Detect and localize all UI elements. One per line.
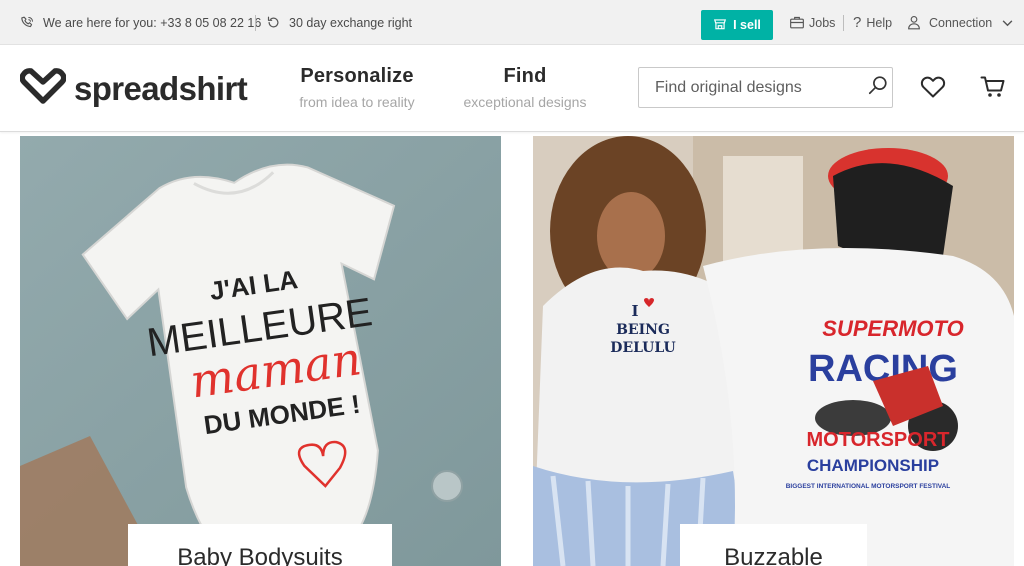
buzzable-image: I BEING DELULU SUPERMOTO RACING MOTORSPO…	[533, 136, 1014, 566]
search-box	[638, 67, 893, 108]
logo-text: spreadshirt	[74, 70, 248, 107]
jobs-label: Jobs	[809, 15, 836, 30]
category-tile-buzzable[interactable]: I BEING DELULU SUPERMOTO RACING MOTORSPO…	[533, 136, 1014, 566]
phone-icon	[20, 15, 35, 30]
question-icon: ?	[853, 14, 862, 31]
cart-button[interactable]	[979, 75, 1007, 103]
nav-title: Personalize	[300, 65, 414, 87]
main-header: spreadshirt Personalize from idea to rea…	[0, 45, 1024, 132]
tile-label-text: Baby Bodysuits	[177, 544, 343, 566]
divider	[843, 15, 844, 31]
logo-heart-icon	[19, 68, 67, 109]
nav-subtitle: from idea to reality	[299, 94, 415, 110]
help-link[interactable]: ? Help	[853, 0, 892, 45]
divider	[255, 15, 256, 31]
user-icon	[907, 15, 921, 30]
help-label: Help	[866, 15, 893, 30]
i-sell-button[interactable]: I sell	[701, 10, 773, 40]
connection-label: Connection	[929, 15, 993, 30]
i-sell-label: I sell	[733, 18, 761, 32]
search-input[interactable]	[639, 68, 864, 107]
nav-subtitle: exceptional designs	[463, 94, 587, 110]
category-tile-baby-bodysuits[interactable]: J'AI LA MEILLEURE maman DU MONDE ! Baby …	[20, 136, 501, 566]
phone-info[interactable]: We are here for you: +33 8 05 08 22 16	[20, 0, 261, 45]
tile-label-text: Buzzable	[724, 544, 823, 566]
return-icon	[266, 15, 281, 30]
chevron-down-icon	[1002, 16, 1013, 30]
nav-title: Find	[503, 65, 547, 87]
cart-icon	[980, 75, 1006, 104]
print-line: SUPERMOTO	[822, 316, 963, 341]
search-icon	[867, 74, 889, 101]
tile-label: Baby Bodysuits	[128, 524, 392, 566]
nav-personalize[interactable]: Personalize from idea to reality	[290, 65, 424, 110]
connection-link[interactable]: Connection	[907, 0, 1013, 45]
print-line: DELULU	[610, 340, 675, 356]
phone-text: We are here for you: +33 8 05 08 22 16	[43, 15, 262, 30]
spreadshirt-logo[interactable]: spreadshirt	[19, 68, 248, 109]
print-line: BEING	[616, 322, 670, 338]
print-line: I	[631, 302, 638, 320]
nav-find[interactable]: Find exceptional designs	[455, 65, 595, 110]
baby-bodysuit-image: J'AI LA MEILLEURE maman DU MONDE !	[20, 136, 501, 566]
top-utility-bar: We are here for you: +33 8 05 08 22 16 3…	[0, 0, 1024, 45]
exchange-text: 30 day exchange right	[289, 15, 413, 30]
jobs-link[interactable]: Jobs	[789, 0, 835, 45]
wishlist-button[interactable]	[919, 75, 947, 103]
exchange-info[interactable]: 30 day exchange right	[266, 0, 412, 45]
search-button[interactable]	[864, 68, 892, 107]
shop-icon	[713, 17, 727, 34]
print-line: MOTORSPORT	[807, 429, 950, 451]
tile-label: Buzzable	[680, 524, 867, 566]
heart-icon	[920, 75, 946, 104]
print-line: CHAMPIONSHIP	[807, 456, 939, 475]
print-line: BIGGEST INTERNATIONAL MOTORSPORT FESTIVA…	[786, 483, 951, 490]
briefcase-icon	[789, 15, 805, 30]
